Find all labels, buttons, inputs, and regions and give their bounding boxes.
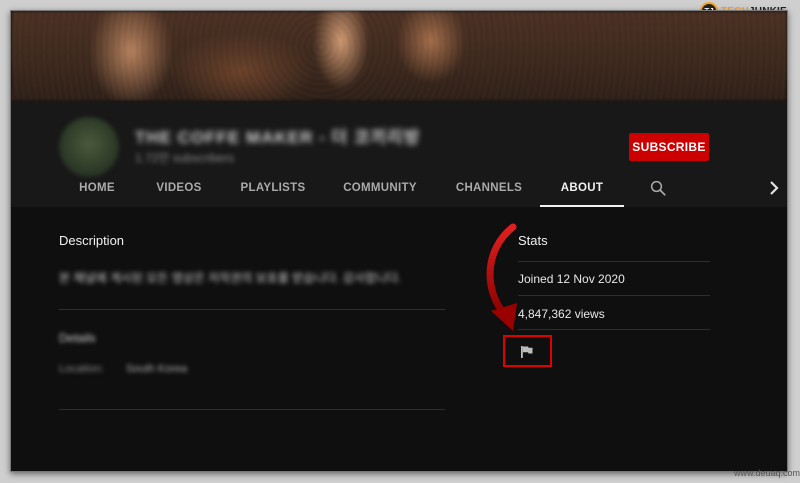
highlight-box xyxy=(503,335,552,367)
about-content: Description 본 채널에 게시된 모든 영상은 저작권의 보호를 받습… xyxy=(11,207,787,471)
subscribe-button[interactable]: SUBSCRIBE xyxy=(629,133,709,161)
flag-icon[interactable] xyxy=(520,345,534,359)
channel-header: THE COFFE MAKER - 더 코끼리방 1.72만 subscribe… xyxy=(11,101,787,207)
description-heading: Description xyxy=(59,233,125,248)
joined-date: Joined 12 Nov 2020 xyxy=(518,272,625,286)
description-divider xyxy=(59,309,445,310)
tab-videos[interactable]: VIDEOS xyxy=(145,171,213,207)
tab-channels[interactable]: CHANNELS xyxy=(447,171,531,207)
channel-banner xyxy=(11,11,787,101)
tab-home[interactable]: HOME xyxy=(59,171,135,207)
search-icon[interactable] xyxy=(649,179,667,197)
channel-tabs: HOME VIDEOS PLAYLISTS COMMUNITY CHANNELS… xyxy=(11,171,787,207)
tab-playlists[interactable]: PLAYLISTS xyxy=(233,171,313,207)
youtube-channel-page: THE COFFE MAKER - 더 코끼리방 1.72만 subscribe… xyxy=(10,10,788,472)
subscriber-count: 1.72만 subscribers xyxy=(135,151,235,165)
stats-divider-1 xyxy=(518,261,710,262)
details-heading: Details xyxy=(59,331,96,345)
site-watermark: www.deuaq.com xyxy=(734,468,800,478)
tab-community[interactable]: COMMUNITY xyxy=(334,171,426,207)
channel-avatar[interactable] xyxy=(59,117,119,177)
stats-divider-3 xyxy=(518,329,710,330)
details-divider xyxy=(59,409,445,410)
curved-arrow-icon xyxy=(486,223,517,331)
tab-about[interactable]: ABOUT xyxy=(540,171,624,207)
stats-divider-2 xyxy=(518,295,710,296)
description-text: 본 채널에 게시된 모든 영상은 저작권의 보호를 받습니다. 감사합니다. xyxy=(59,271,402,285)
location-value: South Korea xyxy=(126,363,188,375)
chevron-right-icon[interactable] xyxy=(767,180,781,196)
channel-name: THE COFFE MAKER - 더 코끼리방 xyxy=(135,128,421,147)
location-label: Location: xyxy=(59,363,104,375)
